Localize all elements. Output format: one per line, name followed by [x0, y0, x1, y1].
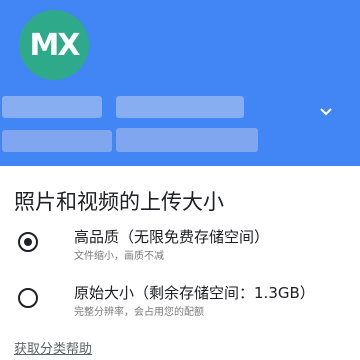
chevron-down-icon[interactable] [316, 104, 336, 120]
option-original-size[interactable]: 原始大小（剩余存储空间：1.3GB） 完整分辨率，会占用您的配额 [0, 278, 360, 328]
option-high-quality[interactable]: 高品质（无限免费存储空间） 文件缩小，画质不减 [0, 222, 360, 272]
option-label: 高品质（无限免费存储空间） [74, 228, 270, 246]
radio-dot [24, 238, 32, 246]
option-description: 完整分辨率，会占用您的配额 [74, 307, 204, 318]
section-title: 照片和视频的上传大小 [14, 190, 224, 214]
account-header: MX [0, 0, 360, 166]
avatar-initials: MX [29, 27, 81, 63]
option-label: 原始大小（剩余存储空间：1.3GB） [74, 284, 315, 302]
radio-button-unselected[interactable] [18, 288, 38, 308]
account-name-redacted [2, 96, 102, 118]
account-email-redacted [116, 128, 258, 152]
account-avatar[interactable]: MX [19, 10, 89, 80]
help-link[interactable]: 获取分类帮助 [14, 338, 92, 357]
account-email-redacted [2, 130, 112, 152]
account-name-redacted [116, 96, 244, 118]
upload-size-screen: MX 照片和视频的上传大小 高品质（无限免费存储空间） 文件缩小，画质不减 原始… [0, 0, 360, 360]
radio-button-selected[interactable] [18, 232, 38, 252]
option-description: 文件缩小，画质不减 [74, 251, 164, 262]
